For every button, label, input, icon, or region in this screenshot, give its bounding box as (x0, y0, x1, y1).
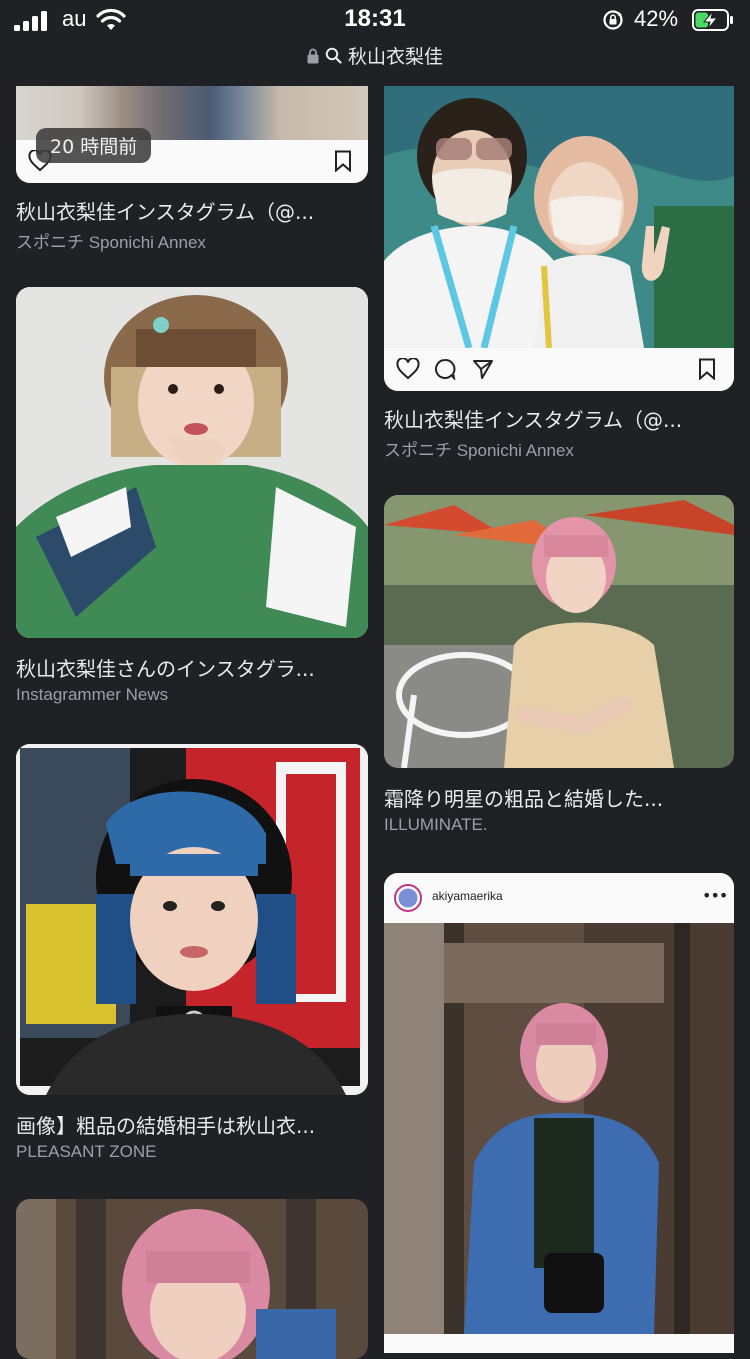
instagram-username: akiyamaerika (432, 889, 503, 903)
photo-image (384, 86, 734, 349)
search-icon (325, 47, 342, 64)
result-source[interactable]: PLEASANT ZONE (16, 1142, 156, 1162)
result-caption[interactable]: 霜降り明星の粗品と結婚した... (384, 783, 663, 812)
result-thumbnail[interactable] (384, 86, 734, 391)
heart-icon (396, 358, 420, 380)
photo-image (384, 923, 734, 1334)
avatar (394, 884, 422, 912)
battery-percentage: 42% (634, 6, 679, 31)
photo-image (16, 744, 368, 1095)
result-thumbnail[interactable]: akiyamaerika ••• (384, 873, 734, 1353)
status-bar: au 18:31 42% (0, 0, 750, 42)
result-thumbnail[interactable] (16, 1199, 368, 1359)
image-result-card[interactable]: 画像】粗品の結婚相手は秋山衣... PLEASANT ZONE (16, 744, 368, 1174)
bookmark-icon (699, 358, 715, 380)
result-source[interactable]: ILLUMINATE. (384, 815, 488, 835)
result-caption[interactable]: 秋山衣梨佳さんのインスタグラ... (16, 653, 315, 682)
result-caption[interactable]: 秋山衣梨佳インスタグラム（@... (16, 196, 314, 225)
photo-image (384, 495, 734, 768)
comment-icon (434, 358, 456, 380)
image-result-card[interactable]: akiyamaerika ••• (384, 873, 734, 1353)
image-result-card[interactable]: 20 時間前 秋山衣梨佳インスタグラム（@... スポニチ Sponichi A… (16, 86, 368, 256)
instagram-action-bar (384, 348, 734, 391)
lock-icon (307, 48, 319, 63)
share-icon (473, 360, 493, 379)
photo-image (16, 287, 368, 638)
result-source[interactable]: Instagrammer News (16, 685, 168, 705)
instagram-post-header: akiyamaerika ••• (384, 873, 734, 923)
image-result-card[interactable]: 秋山衣梨佳さんのインスタグラ... Instagrammer News (16, 287, 368, 727)
battery-charging-icon (692, 9, 733, 31)
result-thumbnail[interactable] (384, 495, 734, 768)
image-result-card[interactable]: 秋山衣梨佳インスタグラム（@... スポニチ Sponichi Annex (384, 86, 734, 466)
image-result-card[interactable]: 霜降り明星の粗品と結婚した... ILLUMINATE. (384, 495, 734, 845)
more-options-icon: ••• (702, 886, 728, 905)
result-caption[interactable]: 秋山衣梨佳インスタグラム（@... (384, 404, 682, 433)
result-thumbnail[interactable] (16, 287, 368, 638)
bookmark-icon (335, 150, 351, 172)
result-caption[interactable]: 画像】粗品の結婚相手は秋山衣... (16, 1110, 315, 1139)
result-source[interactable]: スポニチ Sponichi Annex (384, 436, 574, 461)
result-thumbnail[interactable] (16, 744, 368, 1095)
photo-image (16, 1199, 368, 1359)
image-result-card[interactable] (16, 1199, 368, 1359)
url-query-text: 秋山衣梨佳 (347, 46, 443, 68)
orientation-lock-icon (603, 10, 623, 30)
result-thumbnail[interactable]: 20 時間前 (16, 86, 368, 183)
time-ago-badge: 20 時間前 (36, 128, 152, 163)
result-source[interactable]: スポニチ Sponichi Annex (16, 228, 206, 253)
address-bar[interactable]: 秋山衣梨佳 (0, 42, 750, 72)
